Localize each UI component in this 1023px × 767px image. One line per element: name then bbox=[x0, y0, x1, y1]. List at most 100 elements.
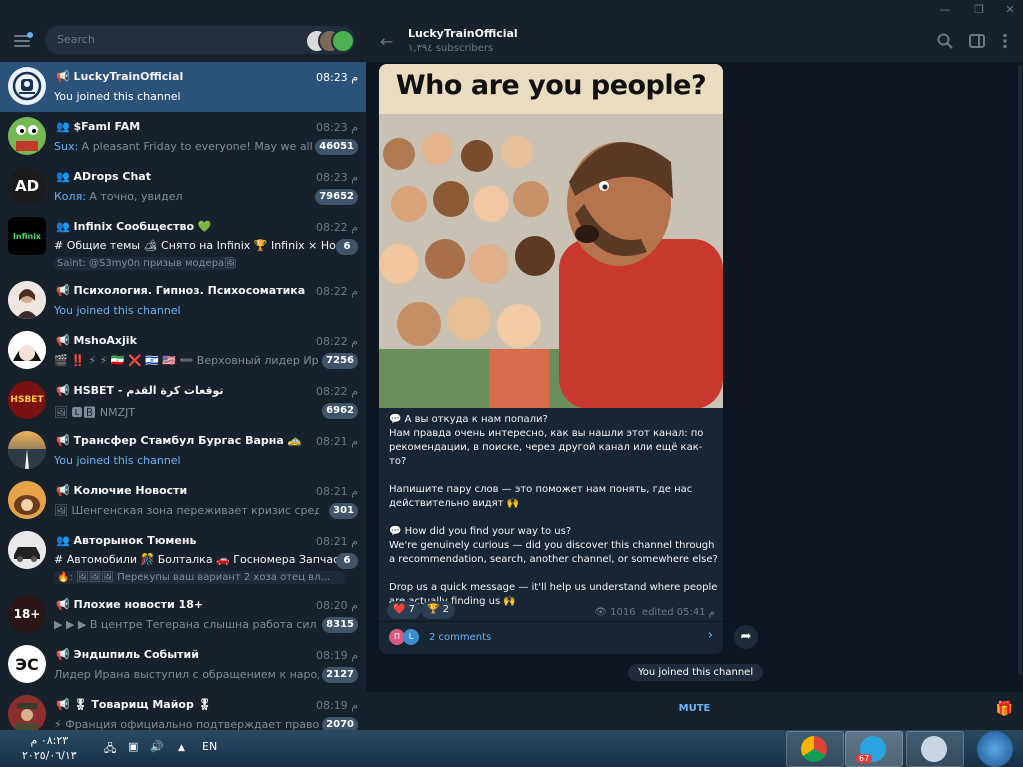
chat-item-mshoaxjik[interactable]: 📢 MshoAxjik 08:22 م 🎬 ‼️ ⚡ ⚡ 🇮🇷 ❌ 🇮🇱 🇺🇸 … bbox=[0, 326, 366, 376]
chat-title: 👥 Авторынок Тюмень bbox=[56, 534, 197, 547]
unread-badge: 79652 bbox=[315, 189, 358, 205]
forum-topics: # Автомобили 🎊 Болталка 🚗 Госномера Запч… bbox=[54, 553, 339, 566]
system-clock[interactable]: ٠٨:٢٣ م ٢٠٢٥/٠٦/١٣ bbox=[22, 733, 77, 763]
notification-dot bbox=[27, 32, 33, 38]
mute-button[interactable]: MUTE bbox=[366, 703, 1023, 714]
windows-taskbar: ٠٨:٢٣ م ٢٠٢٥/٠٦/١٣ 🖧 ▣ 🔊 ▲ EN 67 bbox=[0, 730, 1023, 767]
chat-item-avtorynok-tyumen[interactable]: 👥 Авторынок Тюмень 08:21 م # Автомобили … bbox=[0, 526, 366, 588]
unread-badge: 301 bbox=[329, 503, 358, 519]
taskbar-app[interactable] bbox=[906, 731, 964, 767]
chat-item-faml-fam[interactable]: 👥 $Faml FAM 08:23 م Sux: A pleasant Frid… bbox=[0, 112, 366, 162]
comments-link[interactable]: 2 comments bbox=[429, 632, 491, 643]
chat-item-infinix[interactable]: Infinix 👥 Infinix Сообщество 💚 08:22 م #… bbox=[0, 212, 366, 274]
chat-preview: 🖼 🅻🅱 NMZJT bbox=[54, 406, 136, 419]
crowd-illustration bbox=[379, 64, 723, 408]
unread-badge: 2070 bbox=[322, 717, 358, 730]
chat-item-endshpil[interactable]: ЭС 📢 Эндшпиль Событий 08:19 م Лидер Иран… bbox=[0, 640, 366, 690]
chrome-icon bbox=[801, 736, 827, 762]
network-icon[interactable]: 🖧 bbox=[104, 740, 116, 759]
search-input[interactable]: Search bbox=[45, 26, 355, 54]
avatar: HSBET bbox=[8, 381, 46, 419]
chat-preview: Коля: А точно, увидел bbox=[54, 190, 183, 203]
channel-header: ← LuckyTrainOfficial ١,٣٩٤ subscribers bbox=[366, 20, 1023, 63]
avatar bbox=[8, 481, 46, 519]
app-icon bbox=[921, 736, 947, 762]
post-line: 💬 А вы откуда к нам попали? bbox=[389, 414, 548, 425]
post-line: 💬 How did you find your way to us? bbox=[389, 526, 572, 537]
maximize-button[interactable]: ❐ bbox=[972, 3, 986, 17]
chat-item-kolyuchie-novosti[interactable]: 📢 Колючие Новости 08:21 م 🖼 Шенгенская з… bbox=[0, 476, 366, 526]
avatar bbox=[8, 67, 46, 105]
window-titlebar: — ❐ ✕ bbox=[0, 0, 1023, 20]
channel-post: Who are you people? 💬 А вы откуда к нам … bbox=[379, 64, 723, 654]
unread-badge: 8315 bbox=[322, 617, 358, 633]
chat-time: 08:19 م bbox=[315, 699, 358, 712]
image-caption: Who are you people? bbox=[395, 70, 707, 101]
language-indicator[interactable]: EN bbox=[202, 740, 217, 753]
taskbar-chrome[interactable] bbox=[786, 731, 844, 767]
chat-preview: Sux: A pleasant Friday to everyone! May … bbox=[54, 140, 319, 153]
chat-title: 📢 🎖 Товарищ Майор 🎖 bbox=[56, 698, 212, 711]
chat-time: 08:21 م bbox=[315, 435, 358, 448]
chat-time: 08:23 م bbox=[315, 71, 358, 84]
minimize-button[interactable]: — bbox=[938, 3, 952, 17]
car-avatar-icon bbox=[8, 531, 46, 569]
start-button[interactable] bbox=[977, 731, 1013, 767]
chat-list-panel: Search 📢 LuckyTrainOfficial 08:23 م You … bbox=[0, 20, 366, 730]
reaction-trophy[interactable]: 🏆 2 bbox=[421, 601, 456, 619]
volume-icon[interactable]: 🔊 bbox=[150, 740, 164, 753]
chat-time: 08:19 م bbox=[315, 649, 358, 662]
post-line: Напишите пару слов — это поможет нам пон… bbox=[389, 484, 693, 509]
chat-preview: 🔥: 🖼🖼🖼 Перекупы ваш вариант 2 хоза отец … bbox=[54, 571, 345, 584]
chat-item-psychology[interactable]: 📢 Психология. Гипноз. Психосоматика. Инн… bbox=[0, 276, 366, 326]
chat-title: 👥 ADrops Chat bbox=[56, 170, 151, 183]
chat-item-luckytrainofficial[interactable]: 📢 LuckyTrainOfficial 08:23 م You joined … bbox=[0, 62, 366, 112]
chat-item-transfer[interactable]: 📢 Трансфер Стамбул Бургас Варна 🚕 08:21 … bbox=[0, 426, 366, 476]
chat-preview: ▶ ▶ ▶ В центре Тегерана слышна работа си… bbox=[54, 618, 319, 631]
gift-icon[interactable]: 🎁 bbox=[996, 701, 1013, 717]
officer-avatar-icon bbox=[8, 695, 46, 730]
subscriber-count: ١,٣٩٤ subscribers bbox=[408, 43, 494, 54]
telegram-unread-badge: 67 bbox=[856, 754, 873, 763]
channel-title[interactable]: LuckyTrainOfficial bbox=[408, 27, 518, 40]
reaction-heart[interactable]: ❤️ 7 bbox=[387, 601, 422, 619]
post-line: Нам правда очень интересно, как вы нашли… bbox=[389, 428, 704, 467]
avatar: AD bbox=[8, 167, 46, 205]
chat-preview: ⚡ Франция официально подтверждает право … bbox=[54, 718, 319, 730]
share-button[interactable]: ➦ bbox=[734, 625, 758, 649]
divider bbox=[379, 621, 723, 622]
tray-expand-icon[interactable]: ▲ bbox=[178, 743, 185, 753]
portrait-avatar-icon bbox=[8, 281, 46, 319]
close-button[interactable]: ✕ bbox=[1003, 3, 1017, 17]
chat-item-hsbet[interactable]: HSBET 📢 HSBET - توقعات كرة القدم 08:22 م… bbox=[0, 376, 366, 426]
chat-title: 👥 Infinix Сообщество 💚 bbox=[56, 220, 212, 233]
chat-preview: Лидер Ирана выступил с обращением к наро… bbox=[54, 668, 319, 681]
scrollbar[interactable] bbox=[1018, 65, 1022, 675]
road-avatar-icon bbox=[8, 449, 46, 469]
chat-preview: 🖼 Шенгенская зона переживает кризис сред… bbox=[54, 504, 319, 517]
chat-title: 📢 Трансфер Стамбул Бургас Варна 🚕 bbox=[56, 434, 302, 447]
post-meta: 👁 1016 edited 05:41 م bbox=[594, 607, 715, 618]
unread-badge: 7256 bbox=[322, 353, 358, 369]
taskbar-telegram[interactable]: 67 bbox=[845, 731, 903, 767]
eye-icon: 👁 bbox=[594, 607, 607, 618]
story-avatar[interactable] bbox=[331, 29, 355, 53]
chat-title: 📢 Колючие Новости bbox=[56, 484, 188, 497]
chat-item-tovarishch-mayor[interactable]: 📢 🎖 Товарищ Майор 🎖 08:19 م ⚡ Франция оф… bbox=[0, 690, 366, 730]
display-icon[interactable]: ▣ bbox=[128, 740, 138, 753]
unread-badge: 6 bbox=[336, 239, 358, 255]
chat-time: 08:20 م bbox=[315, 599, 358, 612]
chevron-right-icon[interactable]: › bbox=[708, 628, 713, 643]
back-arrow-icon[interactable]: ← bbox=[380, 32, 393, 51]
anime-avatar-icon bbox=[8, 331, 46, 369]
chat-item-plokhie-novosti[interactable]: 18+ 📢 Плохие новости 18+ 08:20 م ▶ ▶ ▶ В… bbox=[0, 590, 366, 640]
more-options-icon[interactable] bbox=[996, 32, 1014, 50]
search-icon[interactable] bbox=[936, 32, 954, 50]
chat-item-adrops-chat[interactable]: AD 👥 ADrops Chat 08:23 م Коля: А точно, … bbox=[0, 162, 366, 212]
channel-bottom-bar: MUTE 🎁 bbox=[366, 692, 1023, 730]
post-image[interactable]: Who are you people? bbox=[379, 64, 723, 408]
chat-time: 08:22 م bbox=[315, 385, 358, 398]
chat-title: 📢 Эндшпиль Событий bbox=[56, 648, 199, 661]
sidebar-toggle-icon[interactable] bbox=[968, 32, 986, 50]
search-placeholder: Search bbox=[57, 33, 95, 46]
